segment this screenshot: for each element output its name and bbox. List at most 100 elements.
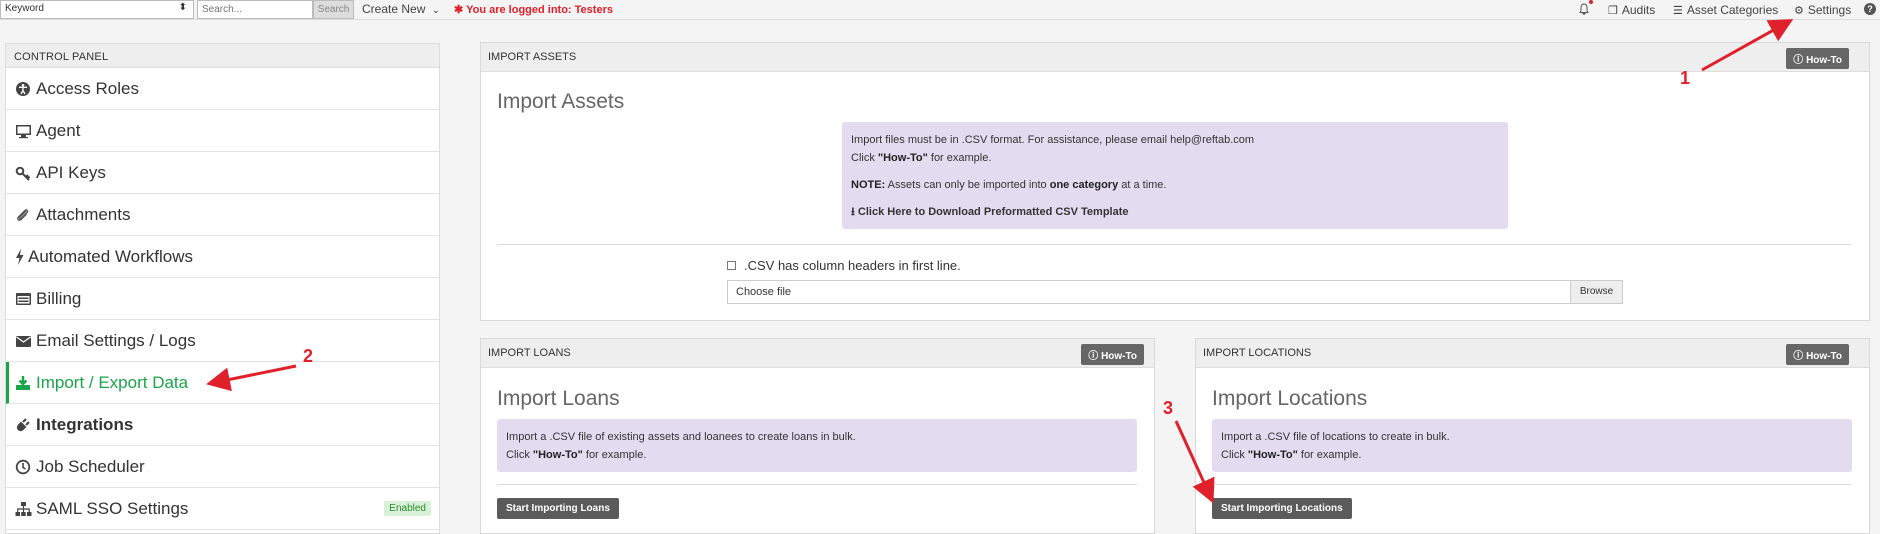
- gear-icon: ⚙: [1794, 5, 1804, 17]
- settings-label: Settings: [1807, 3, 1852, 17]
- sidebar-item-import-export[interactable]: Import / Export Data: [6, 362, 439, 404]
- sidebar-item-label: SAML SSO Settings: [36, 498, 189, 518]
- search-button[interactable]: Search: [313, 0, 354, 19]
- chevron-down-icon: ⌄: [431, 5, 441, 16]
- sitemap-icon: [14, 500, 32, 518]
- sidebar-item-label: Attachments: [36, 204, 131, 224]
- info-howto-text: "How-To": [877, 152, 928, 164]
- info-text: for example.: [1297, 449, 1362, 461]
- list-icon: ☰: [1673, 5, 1683, 17]
- sidebar-item-saml-sso[interactable]: SAML SSO Settings Enabled: [6, 488, 439, 530]
- info-text: Click: [506, 449, 533, 461]
- import-locations-info: Import a .CSV file of locations to creat…: [1212, 419, 1852, 472]
- import-locations-title: Import Locations: [1212, 387, 1368, 410]
- status-badge: Enabled: [384, 501, 431, 516]
- sidebar-item-integrations[interactable]: Integrations: [6, 404, 439, 446]
- csv-header-checkbox[interactable]: .CSV has column headers in first line.: [727, 258, 961, 273]
- keyword-select-value: Keyword: [5, 3, 44, 14]
- create-new-dropdown[interactable]: Create New ⌄: [362, 2, 440, 16]
- download-template-link[interactable]: ⭳ Click Here to Download Preformatted CS…: [851, 203, 1499, 221]
- panel-heading: IMPORT ASSETS: [488, 51, 577, 63]
- accessibility-icon: [14, 80, 32, 98]
- audits-link[interactable]: ❐ Audits: [1608, 3, 1655, 17]
- sidebar-item-agent[interactable]: Agent: [6, 110, 439, 152]
- envelope-icon: [14, 332, 32, 350]
- how-to-label: How-To: [1806, 351, 1842, 362]
- divider: [497, 484, 1137, 485]
- how-to-button[interactable]: ⓘ How-To: [1786, 48, 1849, 69]
- import-loans-header: IMPORT LOANS ⓘ How-To: [481, 339, 1154, 368]
- start-importing-locations-button[interactable]: Start Importing Locations: [1212, 498, 1352, 519]
- paperclip-icon: [14, 206, 32, 224]
- sidebar-item-job-scheduler[interactable]: Job Scheduler: [6, 446, 439, 488]
- copy-icon: ❐: [1608, 5, 1618, 17]
- sidebar-item-label: Access Roles: [36, 78, 139, 98]
- search-input[interactable]: [197, 0, 313, 19]
- sidebar-item-billing[interactable]: Billing: [6, 278, 439, 320]
- notification-dot: [1589, 0, 1593, 4]
- import-loans-info: Import a .CSV file of existing assets an…: [497, 419, 1137, 472]
- panel-heading: IMPORT LOANS: [488, 347, 571, 359]
- info-text: Click: [851, 152, 878, 164]
- info-icon: ⓘ: [1793, 351, 1804, 362]
- asset-categories-link[interactable]: ☰ Asset Categories: [1673, 3, 1778, 17]
- top-bar: Keyword ⬍ Search Create New ⌄ ✱ You are …: [0, 0, 1880, 20]
- info-text: for example.: [927, 152, 992, 164]
- sidebar-item-label: Job Scheduler: [36, 456, 145, 476]
- info-howto-text: "How-To": [532, 449, 583, 461]
- info-text: for example.: [582, 449, 647, 461]
- note-text: at a time.: [1118, 179, 1167, 191]
- keyword-select[interactable]: Keyword ⬍: [0, 0, 194, 19]
- key-icon: [14, 164, 32, 182]
- info-text: Import a .CSV file of locations to creat…: [1221, 431, 1450, 443]
- info-howto-text: "How-To": [1247, 449, 1298, 461]
- sidebar-item-label: Integrations: [36, 414, 134, 434]
- annotation-number-1: 1: [1680, 68, 1691, 88]
- checkbox-box[interactable]: [727, 261, 736, 270]
- sidebar-item-attachments[interactable]: Attachments: [6, 194, 439, 236]
- how-to-label: How-To: [1806, 55, 1842, 66]
- clock-icon: [14, 458, 32, 476]
- sidebar-item-label: Agent: [36, 120, 81, 140]
- import-locations-header: IMPORT LOCATIONS ⓘ How-To: [1196, 339, 1869, 368]
- select-caret-icon: ⬍: [178, 2, 187, 13]
- sidebar-item-api-keys[interactable]: API Keys: [6, 152, 439, 194]
- sidebar-item-automated-workflows[interactable]: Automated Workflows: [6, 236, 439, 278]
- help-icon[interactable]: ?: [1864, 3, 1876, 15]
- download-icon: [14, 374, 32, 392]
- logged-in-notice: ✱ You are logged into: Testers: [454, 3, 613, 16]
- bolt-icon: [14, 248, 24, 266]
- monitor-icon: [14, 122, 32, 140]
- csv-header-label: .CSV has column headers in first line.: [744, 258, 961, 273]
- audits-label: Audits: [1621, 3, 1656, 17]
- how-to-button[interactable]: ⓘ How-To: [1786, 344, 1849, 365]
- import-assets-info: Import files must be in .CSV format. For…: [842, 122, 1508, 229]
- file-input[interactable]: Choose file: [727, 280, 1571, 304]
- plug-icon: [14, 416, 32, 434]
- download-link-text: Click Here to Download Preformatted CSV …: [857, 206, 1129, 218]
- how-to-button[interactable]: ⓘ How-To: [1081, 344, 1144, 365]
- import-loans-title: Import Loans: [497, 387, 620, 410]
- sidebar-item-label: Email Settings / Logs: [36, 330, 196, 350]
- settings-link[interactable]: ⚙ Settings: [1794, 3, 1851, 17]
- info-text: Import files must be in .CSV format. For…: [851, 134, 1255, 146]
- info-icon: ⓘ: [1088, 351, 1099, 362]
- sidebar-item-email-settings[interactable]: Email Settings / Logs: [6, 320, 439, 362]
- download-icon: ⭳: [851, 206, 855, 218]
- annotation-number-2: 2: [303, 346, 314, 366]
- info-icon: ⓘ: [1793, 55, 1804, 66]
- info-text: Import a .CSV file of existing assets an…: [506, 431, 856, 443]
- sidebar-item-label: Billing: [36, 288, 82, 308]
- start-importing-loans-button[interactable]: Start Importing Loans: [497, 498, 619, 519]
- asset-categories-label: Asset Categories: [1686, 3, 1779, 17]
- sidebar-item-label: Import / Export Data: [36, 372, 189, 392]
- page-title: Import Assets: [497, 90, 625, 113]
- divider: [497, 244, 1852, 245]
- sidebar-item-access-roles[interactable]: Access Roles: [6, 68, 439, 110]
- sidebar-header: CONTROL PANEL: [6, 44, 439, 68]
- sidebar-item-label: Automated Workflows: [28, 246, 194, 266]
- browse-button[interactable]: Browse: [1570, 280, 1623, 304]
- note-text: Assets can only be imported into: [885, 179, 1050, 191]
- billing-icon: [14, 290, 32, 308]
- bell-icon[interactable]: [1577, 0, 1593, 16]
